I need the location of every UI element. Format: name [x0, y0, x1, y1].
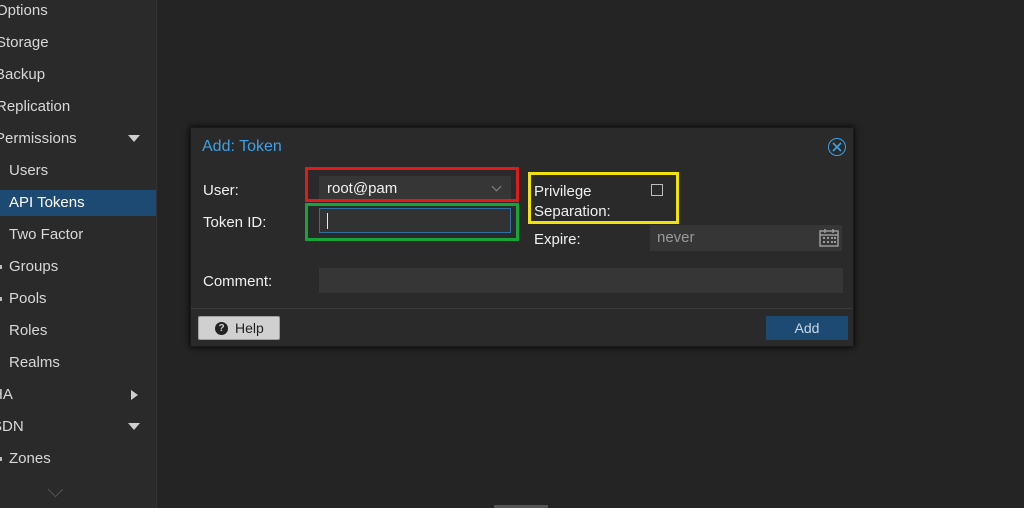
comment-input[interactable]	[319, 268, 843, 293]
sidebar-item-ha[interactable]: HA	[0, 382, 156, 408]
comment-label: Comment:	[203, 273, 273, 290]
expire-date-field[interactable]: never	[650, 225, 842, 251]
dialog-title: Add: Token	[202, 138, 282, 155]
token-id-input[interactable]	[319, 208, 511, 233]
sidebar: Options Storage Backup Replication Permi…	[0, 0, 157, 508]
close-icon	[832, 142, 842, 152]
sidebar-item-zones[interactable]: Zones	[0, 446, 156, 472]
sidebar-item-options[interactable]: Options	[0, 0, 156, 24]
question-circle-icon: ?	[215, 322, 228, 335]
sidebar-item-realms[interactable]: Realms	[0, 350, 156, 376]
sidebar-item-label: SDN	[0, 418, 24, 435]
privilege-separation-label: Privilege Separation:	[534, 182, 611, 222]
sidebar-item-label: Groups	[9, 258, 59, 275]
sidebar-item-two-factor[interactable]: Two Factor	[0, 222, 156, 248]
sidebar-item-permissions[interactable]: Permissions	[0, 126, 156, 152]
scroll-down-icon[interactable]	[47, 481, 64, 498]
sidebar-item-storage[interactable]: Storage	[0, 30, 156, 56]
sidebar-item-roles[interactable]: Roles	[0, 318, 156, 344]
token-id-label: Token ID:	[203, 214, 267, 231]
sidebar-item-replication[interactable]: Replication	[0, 94, 156, 120]
calendar-icon[interactable]	[818, 227, 840, 249]
sidebar-item-pools[interactable]: Pools	[0, 286, 156, 312]
sidebar-item-label: Pools	[9, 290, 47, 307]
help-button[interactable]: ? Help	[198, 316, 280, 340]
user-select-value: root@pam	[327, 180, 398, 197]
sidebar-item-label: API Tokens	[9, 194, 85, 211]
expire-label: Expire:	[534, 231, 581, 248]
sidebar-item-label: Roles	[9, 322, 48, 339]
user-label: User:	[203, 182, 239, 199]
sidebar-item-label: Zones	[9, 450, 51, 467]
chevron-right-icon[interactable]	[131, 390, 138, 400]
text-cursor	[327, 213, 328, 229]
group-icon	[0, 265, 2, 269]
sidebar-item-label: Options	[0, 2, 48, 19]
sidebar-item-label: Permissions	[0, 130, 77, 147]
add-button[interactable]: Add	[766, 316, 848, 340]
pool-icon	[0, 297, 2, 301]
sidebar-item-label: Users	[9, 162, 49, 179]
chevron-down-icon[interactable]	[128, 135, 140, 142]
sidebar-item-api-tokens[interactable]: API Tokens	[0, 190, 156, 216]
help-button-label: Help	[235, 320, 264, 336]
expire-value: never	[657, 229, 695, 246]
privilege-separation-label-line2: Separation:	[534, 203, 611, 220]
sidebar-item-users[interactable]: Users	[0, 158, 156, 184]
chevron-down-icon[interactable]	[491, 181, 502, 192]
sidebar-item-label: Backup	[0, 66, 46, 83]
close-button[interactable]	[828, 138, 846, 156]
privilege-separation-checkbox[interactable]	[651, 184, 663, 196]
sidebar-item-label: Realms	[9, 354, 60, 371]
dialog-divider	[191, 308, 853, 309]
privilege-separation-label-line1: Privilege	[534, 183, 592, 200]
sidebar-item-backup[interactable]: Backup	[0, 62, 156, 88]
sidebar-item-label: HA	[0, 386, 13, 403]
sidebar-item-label: Two Factor	[9, 226, 84, 243]
chevron-down-icon[interactable]	[128, 423, 140, 430]
sidebar-item-groups[interactable]: Groups	[0, 254, 156, 280]
add-token-dialog: Add: Token User: root@pam Token ID: Priv…	[190, 127, 854, 347]
zone-icon	[0, 457, 2, 461]
sidebar-item-sdn[interactable]: SDN	[0, 414, 156, 440]
sidebar-item-label: Replication	[0, 98, 71, 115]
user-select[interactable]: root@pam	[319, 176, 511, 202]
sidebar-item-label: Storage	[0, 34, 49, 51]
